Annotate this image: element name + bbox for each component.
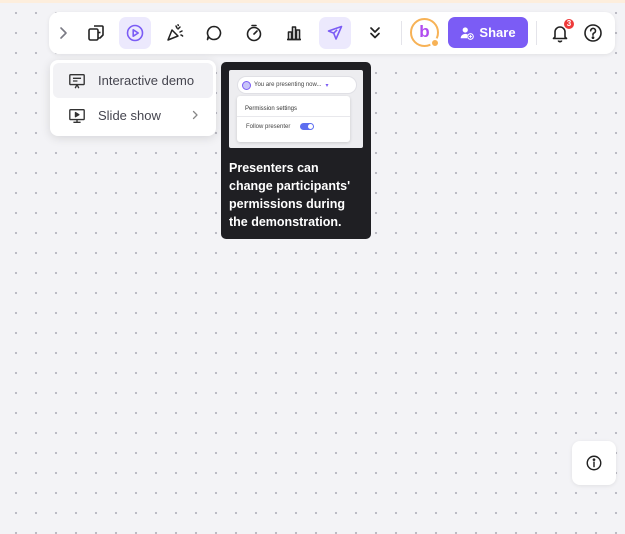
avatar-status-dot xyxy=(430,38,440,48)
menu-item-label: Slide show xyxy=(98,108,161,123)
tooltip-preview-image: You are presenting now... ▾ Permission s… xyxy=(229,70,363,148)
chevron-right-icon xyxy=(60,27,67,39)
celebrate-icon xyxy=(167,24,184,41)
chevron-right-icon xyxy=(192,110,198,120)
preview-panel-title: Permission settings xyxy=(245,106,298,112)
vote-button[interactable] xyxy=(278,17,310,49)
notification-count-badge: 3 xyxy=(563,18,575,30)
tooltip-text: Presenters can change participants' perm… xyxy=(229,161,351,229)
help-button[interactable] xyxy=(577,17,609,49)
avatar-initial: b xyxy=(419,22,430,41)
chevron-down-icon: ▾ xyxy=(325,82,329,89)
share-label: Share xyxy=(479,25,516,40)
timer-button[interactable] xyxy=(238,17,270,49)
info-icon xyxy=(586,455,602,471)
preview-presenting-pill: You are presenting now... ▾ xyxy=(238,77,356,93)
info-button[interactable] xyxy=(572,441,616,485)
preview-follow-toggle xyxy=(300,123,314,130)
vote-icon xyxy=(287,26,301,41)
preview-presenter-dot xyxy=(242,80,251,90)
feature-tooltip: You are presenting now... ▾ Permission s… xyxy=(221,62,371,239)
preview-divider xyxy=(237,116,350,117)
top-toolbar: b Share 3 xyxy=(49,12,615,54)
toolbar-divider xyxy=(536,21,537,45)
add-user-icon xyxy=(461,26,475,40)
menu-item-slide-show[interactable]: Slide show xyxy=(53,98,213,133)
presentation-board-icon xyxy=(69,73,85,89)
notifications-button[interactable]: 3 xyxy=(544,17,576,49)
timer-icon xyxy=(246,24,262,42)
sticky-notes-icon xyxy=(88,25,104,41)
toolbar-divider xyxy=(401,21,402,45)
slideshow-icon xyxy=(69,108,85,123)
present-play-icon xyxy=(126,24,144,42)
menu-item-label: Interactive demo xyxy=(98,73,195,88)
user-avatar[interactable]: b xyxy=(410,18,440,48)
preview-follow-label: Follow presenter xyxy=(246,124,291,130)
help-icon xyxy=(584,24,602,42)
present-dropdown-menu: Interactive demo Slide show xyxy=(50,60,216,136)
menu-item-interactive-demo[interactable]: Interactive demo xyxy=(53,63,213,98)
top-accent-strip xyxy=(0,0,625,3)
preview-permission-panel: Permission settings Follow presenter xyxy=(237,96,350,142)
present-button[interactable] xyxy=(119,17,151,49)
preview-presenting-label: You are presenting now... xyxy=(254,82,322,88)
double-chevron-down-icon xyxy=(370,27,380,39)
laser-pointer-icon xyxy=(327,25,343,40)
comment-icon xyxy=(206,25,222,41)
collapse-toolbar-button[interactable] xyxy=(49,17,77,49)
laser-pointer-button[interactable] xyxy=(319,17,351,49)
celebrate-button[interactable] xyxy=(159,17,191,49)
comment-button[interactable] xyxy=(198,17,230,49)
share-button[interactable]: Share xyxy=(448,17,528,48)
more-tools-button[interactable] xyxy=(359,17,391,49)
sticky-notes-button[interactable] xyxy=(80,17,112,49)
